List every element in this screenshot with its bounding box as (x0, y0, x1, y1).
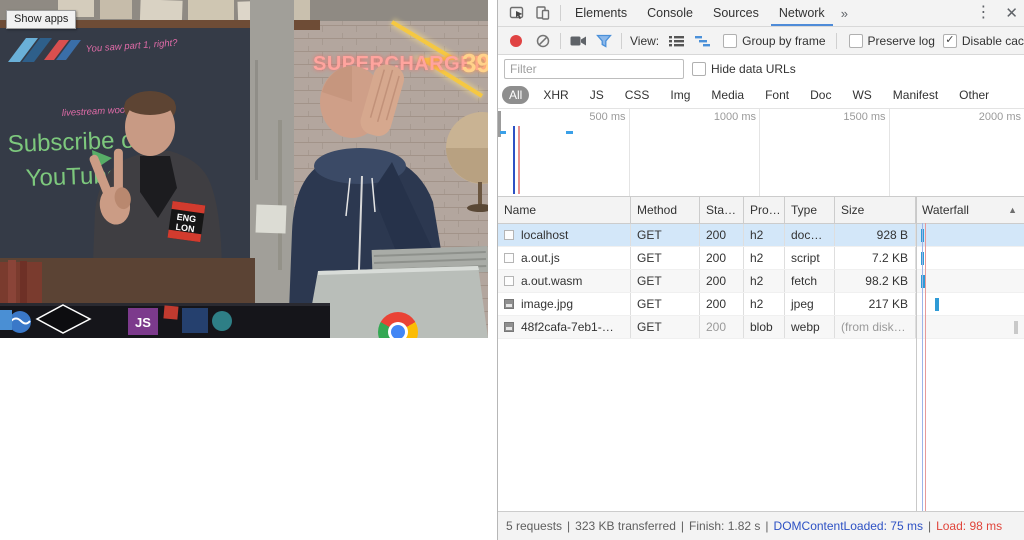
column-header-method[interactable]: Method (631, 197, 700, 223)
column-header-size[interactable]: Size (835, 197, 916, 223)
column-header-protocol[interactable]: Pro… (744, 197, 785, 223)
waterfall-bar (1014, 321, 1018, 334)
sticker-laptops: JS (0, 303, 330, 338)
hide-data-urls-checkbox[interactable] (692, 62, 706, 76)
record-button[interactable] (510, 35, 522, 47)
filter-type-other[interactable]: Other (952, 86, 996, 104)
filter-type-js[interactable]: JS (583, 86, 611, 104)
devtools-tabbar: Elements Console Sources Network » ⋮ ✕ (498, 0, 1024, 27)
devtools-panel: Elements Console Sources Network » ⋮ ✕ V… (497, 0, 1024, 540)
show-apps-tooltip: Show apps (6, 10, 76, 29)
timeline-request-mark (566, 131, 573, 134)
timeline-overview[interactable]: 500 ms 1000 ms 1500 ms 2000 ms (498, 109, 1024, 197)
timeline-load-line (518, 126, 520, 194)
table-row[interactable]: image.jpg GET 200 h2 jpeg 217 KB (498, 293, 1024, 316)
column-header-name[interactable]: Name (498, 197, 631, 223)
requests-count: 5 requests (506, 519, 562, 533)
document-icon (504, 230, 514, 240)
filter-funnel-icon[interactable] (591, 29, 617, 53)
filter-type-font[interactable]: Font (758, 86, 796, 104)
filter-type-all[interactable]: All (502, 86, 529, 104)
dcl-event-line (922, 223, 923, 511)
document-icon (504, 253, 514, 263)
disable-cache-checkbox[interactable]: ✓ (943, 34, 957, 48)
timeline-tick: 1500 ms (760, 109, 890, 196)
document-icon (504, 276, 514, 286)
divider (560, 33, 561, 49)
disable-cache-label: Disable cache (962, 34, 1024, 48)
studio-photo: You saw part 1, right? livestream woo Su… (0, 0, 488, 338)
tab-sources[interactable]: Sources (703, 0, 769, 26)
timeline-dcl-line (513, 126, 515, 194)
waterfall-bar (935, 298, 939, 311)
list-view-icon[interactable] (663, 29, 689, 53)
concrete-pillar (250, 0, 294, 305)
view-label: View: (630, 34, 659, 48)
waterfall-view-icon[interactable] (689, 29, 715, 53)
image-icon (504, 322, 514, 332)
tab-overflow-icon[interactable]: » (835, 6, 854, 21)
more-options-icon[interactable]: ⋮ (968, 5, 998, 21)
group-by-frame-label: Group by frame (742, 34, 825, 48)
preserve-log-label: Preserve log (868, 34, 935, 48)
network-toolbar: View: Group by frame Preserve log ✓ Disa… (498, 27, 1024, 55)
timeline-tick: 1000 ms (630, 109, 761, 196)
requests-table: Name Method Sta… Pro… Type Size Waterfal… (498, 197, 1024, 511)
preserve-log-checkbox[interactable] (849, 34, 863, 48)
transferred-size: 323 KB transferred (575, 519, 676, 533)
filter-row: Hide data URLs (498, 55, 1024, 82)
column-header-waterfall[interactable]: Waterfall ▲ (916, 197, 1024, 223)
filter-type-manifest[interactable]: Manifest (886, 86, 945, 104)
tab-network[interactable]: Network (769, 0, 835, 26)
group-by-frame-checkbox[interactable] (723, 34, 737, 48)
filter-type-media[interactable]: Media (704, 86, 751, 104)
hide-data-urls-label: Hide data URLs (711, 62, 796, 76)
column-header-type[interactable]: Type (785, 197, 835, 223)
dcl-time: DOMContentLoaded: 75 ms (774, 519, 923, 533)
load-event-line (925, 223, 926, 511)
load-time: Load: 98 ms (936, 519, 1002, 533)
table-row[interactable]: a.out.js GET 200 h2 script 7.2 KB (498, 247, 1024, 270)
inspect-element-button[interactable] (504, 1, 530, 25)
filter-input[interactable] (504, 59, 684, 79)
filter-type-img[interactable]: Img (663, 86, 697, 104)
column-header-status[interactable]: Sta… (700, 197, 744, 223)
filter-type-css[interactable]: CSS (618, 86, 657, 104)
js-sticker-text: JS (135, 315, 151, 330)
filter-type-doc[interactable]: Doc (803, 86, 838, 104)
close-icon[interactable]: ✕ (998, 6, 1024, 21)
table-row[interactable]: localhost GET 200 h2 doc… 928 B (498, 224, 1024, 247)
sort-ascending-icon: ▲ (1008, 205, 1017, 215)
timeline-tick: 2000 ms (890, 109, 1024, 196)
image-icon (504, 299, 514, 309)
table-header: Name Method Sta… Pro… Type Size Waterfal… (498, 197, 1024, 224)
finish-time: Finish: 1.82 s (689, 519, 760, 533)
table-row[interactable]: a.out.wasm GET 200 h2 fetch 98.2 KB (498, 270, 1024, 293)
studio-photo-scene: You saw part 1, right? livestream woo Su… (0, 0, 488, 338)
device-toolbar-button[interactable] (530, 1, 556, 25)
screenshot-camera-icon[interactable] (565, 29, 591, 53)
neon-number: 39 (462, 48, 488, 78)
waterfall-label: Waterfall (922, 203, 969, 217)
timeline-request-mark (500, 131, 506, 134)
tab-console[interactable]: Console (637, 0, 703, 26)
waterfall-column-divider[interactable] (916, 197, 917, 511)
filter-type-xhr[interactable]: XHR (536, 86, 575, 104)
divider (621, 33, 622, 49)
jacket-patch: ENG LON (168, 201, 206, 242)
filter-type-ws[interactable]: WS (845, 86, 878, 104)
status-bar: 5 requests | 323 KB transferred | Finish… (498, 511, 1024, 540)
resource-type-filters: All XHR JS CSS Img Media Font Doc WS Man… (498, 82, 1024, 109)
tab-elements[interactable]: Elements (565, 0, 637, 26)
clear-icon[interactable] (530, 29, 556, 53)
divider (560, 5, 561, 21)
table-row[interactable]: 48f2cafa-7eb1-… GET 200 blob webp (from … (498, 316, 1024, 339)
shelf (0, 258, 255, 308)
divider (836, 33, 837, 49)
